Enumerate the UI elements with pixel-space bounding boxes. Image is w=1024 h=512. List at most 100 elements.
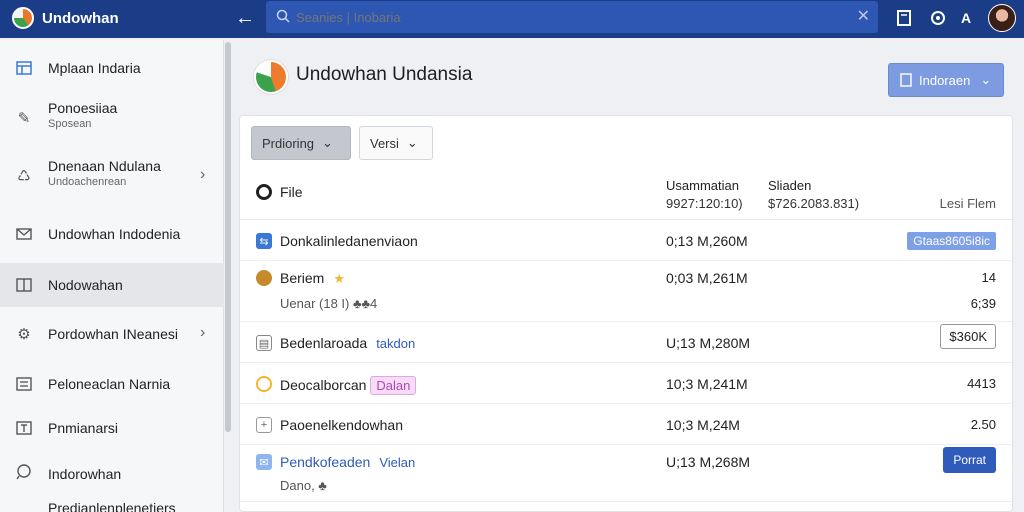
row-size: 0;13 M,260M bbox=[666, 233, 748, 249]
book-icon bbox=[14, 275, 34, 295]
chevron-down-icon: ⌄ bbox=[322, 135, 333, 150]
sidebar-item-label: Nodowahan bbox=[48, 277, 123, 293]
row-name: Bedenlaroada takdon bbox=[280, 335, 420, 352]
app-logo bbox=[12, 7, 34, 29]
row-name: Paoenelkendowhan bbox=[280, 417, 403, 433]
table-row[interactable]: ⇆ Donkalinledanenviaon 0;13 M,260M Gtaas… bbox=[240, 221, 1012, 261]
filter-label: Prdioring bbox=[262, 135, 315, 151]
search-icon bbox=[276, 9, 290, 23]
language-button[interactable]: Indoraen ⌄ bbox=[888, 63, 1004, 97]
sidebar-item-indorowhan[interactable]: Indorowhan bbox=[0, 450, 224, 494]
sidebar-item-label: Indorowhan bbox=[48, 466, 122, 482]
avatar[interactable] bbox=[988, 4, 1016, 32]
sidebar-item-predian[interactable]: Predianlenplenetiers bbox=[0, 496, 224, 512]
row-name: Deocalborcan Dalan bbox=[280, 376, 417, 395]
link-icon: ⇆ bbox=[256, 233, 272, 249]
column-header-last[interactable]: Lesi Flem bbox=[940, 196, 996, 211]
sidebar-item-pordowhan[interactable]: ⚙ Pordowhan INeanesi › bbox=[0, 312, 224, 356]
row-name-text: Beriem bbox=[280, 270, 325, 286]
app-title: Undowhan bbox=[42, 10, 119, 27]
info-icon[interactable] bbox=[928, 8, 948, 28]
star-icon: ★ bbox=[333, 271, 346, 286]
language-button-label: Indoraen bbox=[919, 72, 971, 88]
row-name-text: Deocalborcan bbox=[280, 377, 367, 393]
close-icon[interactable]: ✕ bbox=[857, 7, 870, 27]
sidebar-item-label: Peloneaclan Narnia bbox=[48, 376, 171, 392]
table-row[interactable]: + Paoenelkendowhan 10;3 M,24M 2.50 bbox=[240, 405, 1012, 445]
sidebar-item-label: Pordowhan INeanesi bbox=[48, 326, 178, 342]
sidebar-item-label: Predianlenplenetiers bbox=[48, 500, 176, 512]
row-name-text: Pendkofeaden bbox=[280, 454, 371, 470]
chevron-down-icon: ⌄ bbox=[406, 135, 418, 150]
row-tag: takdon bbox=[376, 336, 416, 351]
clock-icon bbox=[256, 376, 272, 392]
column-header-file[interactable]: File bbox=[280, 184, 303, 200]
row-last: 14 bbox=[981, 270, 996, 285]
filter-dropdown-version[interactable]: Versi ⌄ bbox=[359, 126, 433, 160]
row-size: 10;3 M,241M bbox=[666, 376, 748, 392]
chevron-down-icon: ⌄ bbox=[980, 72, 992, 87]
file-icon: + bbox=[256, 417, 272, 433]
row-name: Beriem ★ bbox=[280, 270, 350, 288]
filter-dropdown-priority[interactable]: Prdioring ⌄ bbox=[251, 126, 351, 160]
filter-label: Versi bbox=[370, 135, 399, 151]
pen-icon: ✎ bbox=[17, 110, 31, 127]
chevron-right-icon: › bbox=[200, 166, 206, 183]
grid-icon bbox=[14, 58, 34, 78]
mail-icon bbox=[14, 224, 34, 244]
sidebar-item-nodowahan[interactable]: Nodowahan bbox=[0, 263, 224, 307]
row-sub: Uenar (18 I) ♣♣4 bbox=[280, 296, 378, 311]
sidebar-item-mplaan[interactable]: Mplaan Indaria bbox=[0, 48, 224, 92]
action-button[interactable]: Porrat bbox=[943, 447, 996, 473]
top-bar: Undowhan ← ✕ A bbox=[0, 0, 1024, 38]
search-input[interactable] bbox=[296, 7, 836, 27]
row-size: U;13 M,280M bbox=[666, 335, 751, 351]
page-logo bbox=[254, 60, 288, 94]
sidebar-item-ponoesiiaa[interactable]: ✎ Ponoesiiaa Sposean bbox=[0, 92, 224, 148]
back-arrow-icon[interactable]: ← bbox=[234, 6, 256, 30]
row-size: U;13 M,268M bbox=[666, 454, 751, 470]
recycle-icon: ♺ bbox=[17, 168, 31, 185]
sidebar-item-peloneaclan[interactable]: Peloneaclan Narnia bbox=[0, 362, 224, 406]
sidebar: Mplaan Indaria ✎ Ponoesiiaa Sposean ♺ Dn… bbox=[0, 40, 224, 512]
page-title: Undowhan Undansia bbox=[296, 64, 473, 85]
sidebar-item-sub: Undoachenrean bbox=[48, 176, 127, 188]
sidebar-item-dnenaan[interactable]: ♺ Dnenaan Ndulana Undoachenrean › bbox=[0, 150, 224, 206]
row-last-sub: 6;39 bbox=[970, 296, 996, 311]
amount-button[interactable]: $360K bbox=[940, 324, 996, 349]
sidebar-item-label: Ponoesiiaa bbox=[48, 100, 118, 116]
column-header-size[interactable]: Usammatian bbox=[666, 178, 739, 193]
column-header-status[interactable]: Sliaden bbox=[768, 178, 811, 193]
sidebar-scrollbar[interactable] bbox=[225, 42, 231, 432]
font-icon[interactable]: A bbox=[956, 8, 976, 28]
document-icon[interactable] bbox=[894, 8, 914, 28]
row-name-text: Bedenlaroada bbox=[280, 335, 368, 351]
sidebar-item-label: Dnenaan Ndulana bbox=[48, 158, 161, 174]
sidebar-item-undowhan[interactable]: Undowhan Indodenia bbox=[0, 210, 224, 258]
calendar-icon bbox=[14, 418, 34, 438]
sidebar-item-sub: Sposean bbox=[48, 118, 92, 130]
files-panel: Prdioring ⌄ Versi ⌄ File Usammatian 9927… bbox=[239, 115, 1013, 512]
column-header-status-sub: $726.2083.831) bbox=[768, 196, 860, 211]
file-type-icon bbox=[256, 184, 272, 200]
status-badge: Gtaas8605i8ic bbox=[907, 232, 996, 250]
row-last: 4413 bbox=[967, 376, 996, 391]
table-row[interactable]: Deocalborcan Dalan 10;3 M,241M 4413 bbox=[240, 364, 1012, 404]
table-row[interactable]: Beriem ★ Uenar (18 I) ♣♣4 0;03 M,261M 14 … bbox=[240, 262, 1012, 322]
list-icon bbox=[14, 374, 34, 394]
sidebar-item-label: Mplaan Indaria bbox=[48, 60, 141, 76]
sidebar-item-pnmianarsi[interactable]: Pnmianarsi bbox=[0, 406, 224, 450]
status-badge: Dalan bbox=[370, 376, 417, 395]
table-header: File Usammatian 9927:120:10) Sliaden $72… bbox=[240, 172, 1012, 220]
chat-icon bbox=[14, 462, 34, 482]
table-row[interactable]: ▤ Bedenlaroada takdon U;13 M,280M $360K bbox=[240, 323, 1012, 363]
search-bar[interactable]: ✕ bbox=[266, 1, 878, 33]
document-icon bbox=[900, 73, 912, 87]
chevron-right-icon: › bbox=[200, 324, 206, 341]
row-last: 2.50 bbox=[970, 417, 996, 432]
table-row[interactable]: ✉ Pendkofeaden Vielan Dano, ♣ U;13 M,268M… bbox=[240, 446, 1012, 502]
avatar-icon bbox=[256, 270, 272, 286]
sidebar-item-label: Undowhan Indodenia bbox=[48, 226, 181, 242]
row-name: Pendkofeaden Vielan bbox=[280, 454, 420, 471]
row-name: Donkalinledanenviaon bbox=[280, 233, 418, 249]
